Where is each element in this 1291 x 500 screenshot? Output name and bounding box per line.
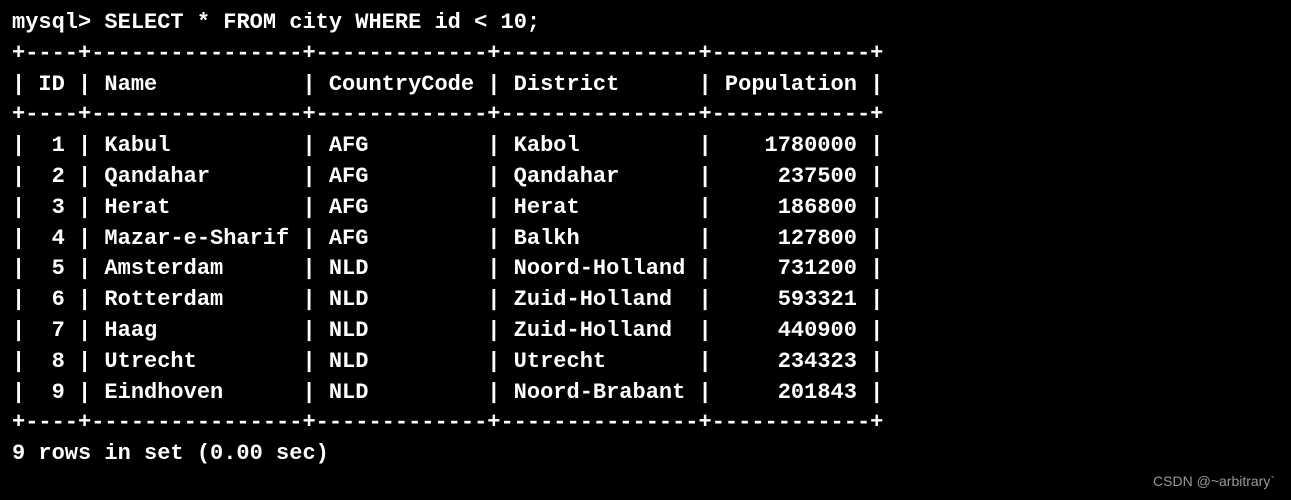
table-row: | 7 | Haag | NLD | Zuid-Holland | 440900… [12, 316, 1279, 347]
table-row: | 1 | Kabul | AFG | Kabol | 1780000 | [12, 131, 1279, 162]
table-row: | 3 | Herat | AFG | Herat | 186800 | [12, 193, 1279, 224]
table-border-top: +----+----------------+-------------+---… [12, 39, 1279, 70]
table-header: | ID | Name | CountryCode | District | P… [12, 70, 1279, 101]
prompt: mysql> [12, 10, 104, 35]
table-row: | 5 | Amsterdam | NLD | Noord-Holland | … [12, 254, 1279, 285]
table-row: | 2 | Qandahar | AFG | Qandahar | 237500… [12, 162, 1279, 193]
table-row: | 6 | Rotterdam | NLD | Zuid-Holland | 5… [12, 285, 1279, 316]
table-row: | 9 | Eindhoven | NLD | Noord-Brabant | … [12, 378, 1279, 409]
table-border-mid: +----+----------------+-------------+---… [12, 100, 1279, 131]
table-border-bottom: +----+----------------+-------------+---… [12, 408, 1279, 439]
result-summary: 9 rows in set (0.00 sec) [12, 439, 1279, 470]
sql-query: SELECT * FROM city WHERE id < 10; [104, 10, 540, 35]
table-row: | 8 | Utrecht | NLD | Utrecht | 234323 | [12, 347, 1279, 378]
table-row: | 4 | Mazar-e-Sharif | AFG | Balkh | 127… [12, 224, 1279, 255]
query-line[interactable]: mysql> SELECT * FROM city WHERE id < 10; [12, 8, 1279, 39]
watermark: CSDN @~arbitrary` [1153, 472, 1275, 492]
